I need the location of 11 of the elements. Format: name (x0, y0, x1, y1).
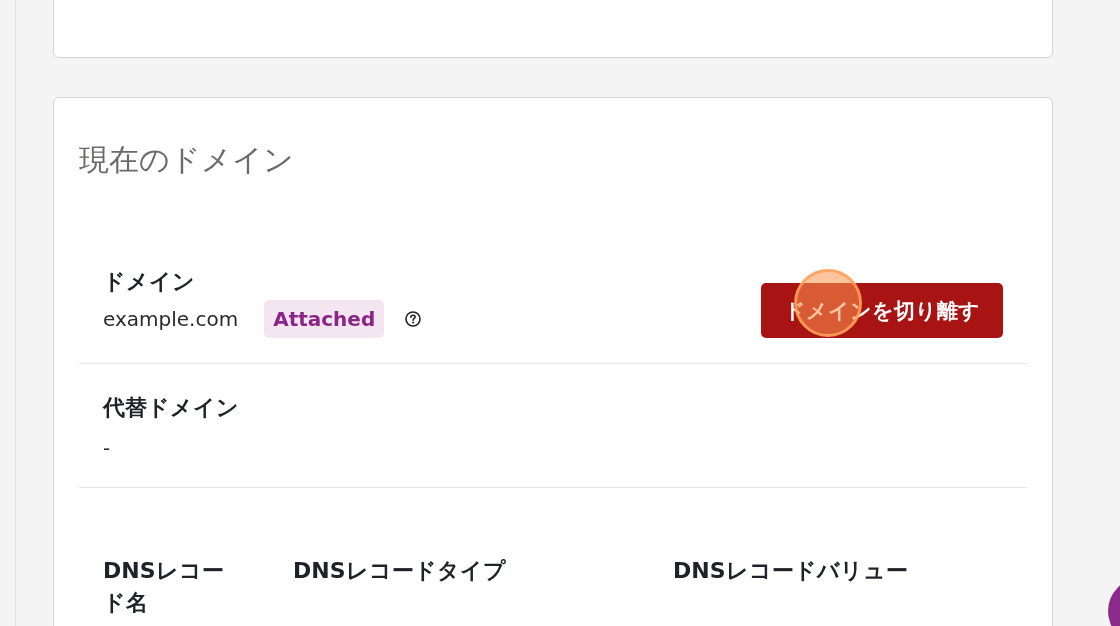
section-title: 現在のドメイン (79, 141, 294, 179)
detach-domain-button[interactable]: ドメインを切り離す (761, 283, 1003, 338)
field-label: 代替ドメイン (103, 394, 239, 422)
status-badge: Attached (264, 300, 385, 338)
column-header: DNSレコードバリュー (673, 557, 908, 585)
column-header: DNSレコードタイプ (293, 557, 506, 585)
column-header: DNSレコード名 (103, 557, 225, 617)
field-label: ドメイン (103, 268, 195, 296)
alternate-domain-value: - (103, 435, 111, 462)
domain-value: example.com (103, 306, 239, 333)
help-icon[interactable] (405, 311, 422, 327)
